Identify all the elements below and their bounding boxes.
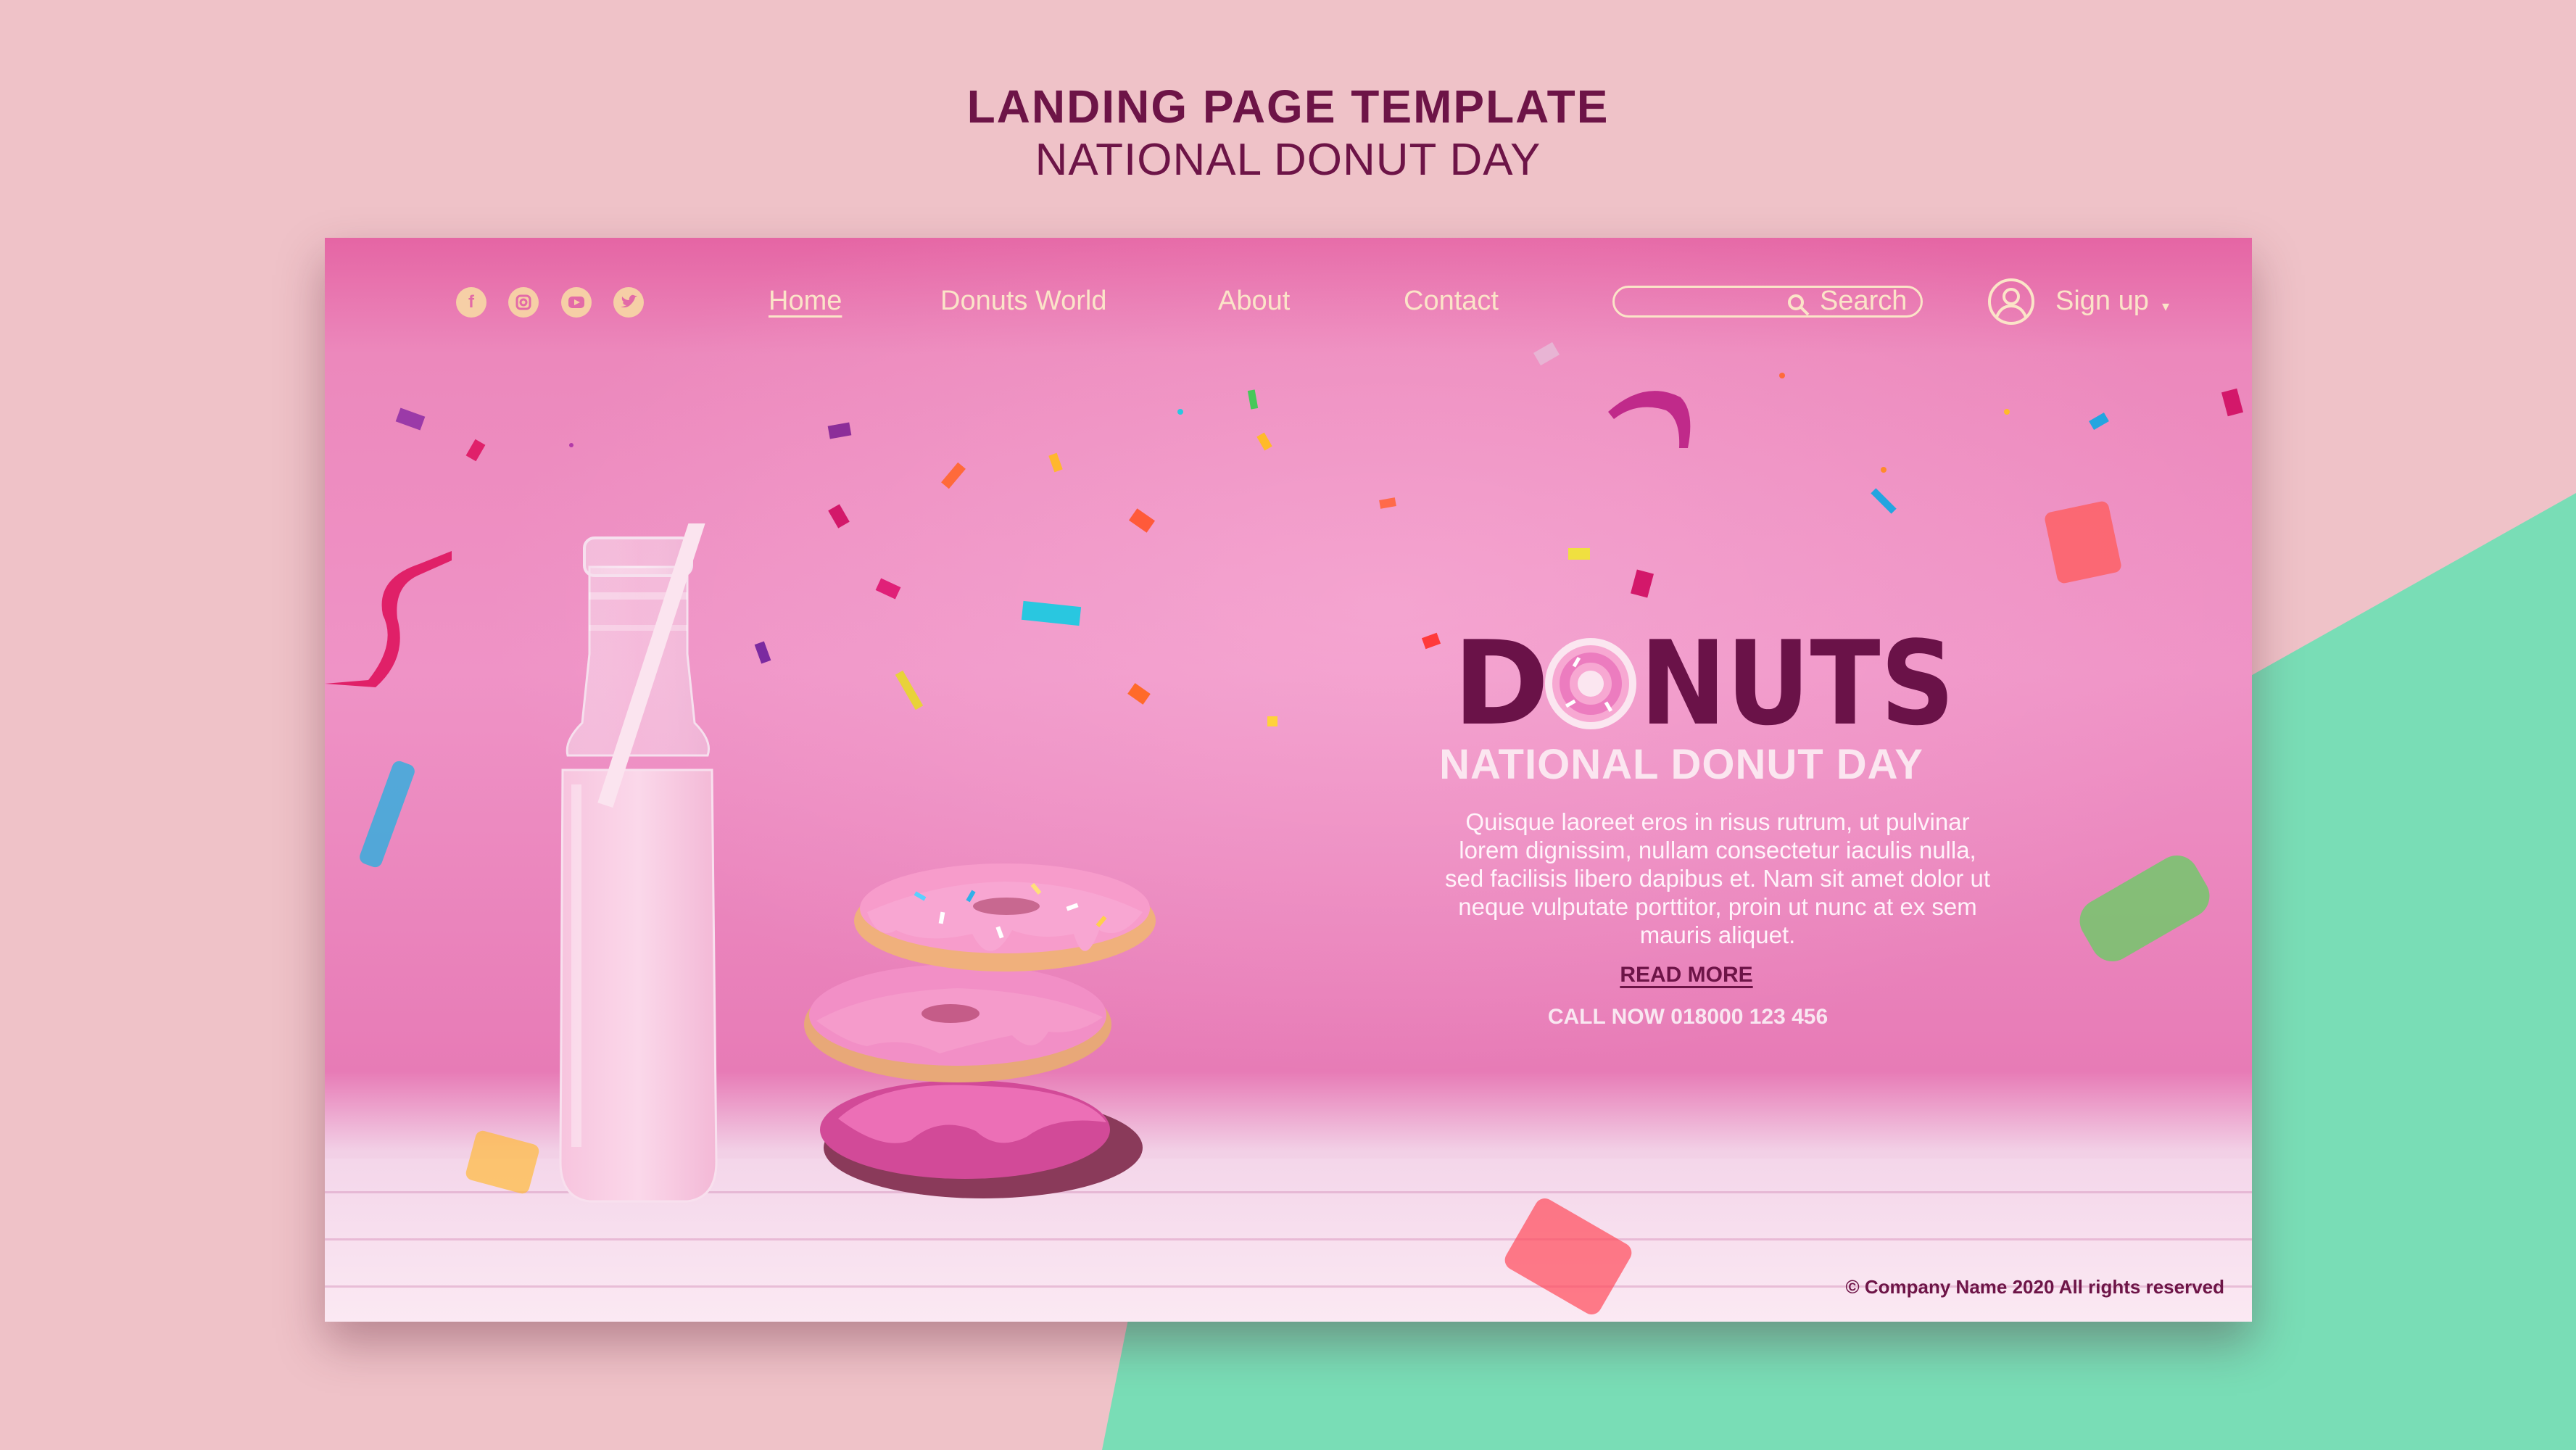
milk-bottle-image	[559, 523, 721, 1203]
nav-home[interactable]: Home	[769, 286, 842, 317]
chevron-down-icon[interactable]: ▾	[2162, 297, 2169, 315]
donut-stack-image	[804, 863, 1156, 1198]
search-icon[interactable]	[1786, 293, 1813, 318]
instagram-icon[interactable]	[508, 287, 539, 318]
hero-body-text: Quisque laoreet eros in risus rutrum, ut…	[1444, 808, 1990, 948]
nav-contact[interactable]: Contact	[1404, 286, 1499, 317]
user-avatar-icon[interactable]	[1987, 277, 2036, 326]
svg-text:NUTS: NUTS	[1640, 629, 1955, 738]
template-subtitle: NATIONAL DONUT DAY	[1035, 135, 1541, 185]
read-more-link[interactable]: READ MORE	[1578, 963, 1795, 987]
nav-donuts-world[interactable]: Donuts World	[940, 286, 1107, 317]
facebook-icon[interactable]: f	[456, 287, 486, 318]
sign-up-link[interactable]: Sign up	[2055, 286, 2149, 317]
template-title: LANDING PAGE TEMPLATE	[966, 80, 1610, 133]
hero-subheading: NATIONAL DONUT DAY	[1439, 741, 1923, 788]
copyright-text: © Company Name 2020 All rights reserved	[1845, 1276, 2224, 1298]
svg-text:D: D	[1453, 629, 1549, 738]
landing-page-mockup: f Home Donuts World About Contact Search…	[325, 238, 2252, 1322]
nav-about[interactable]: About	[1218, 286, 1290, 317]
donuts-logo: D NUTS	[1453, 629, 1955, 738]
search-placeholder: Search	[1820, 286, 1908, 316]
call-now-text: CALL NOW 018000 123 456	[1547, 1005, 1829, 1029]
youtube-icon[interactable]	[561, 287, 592, 318]
twitter-icon[interactable]	[613, 287, 644, 318]
